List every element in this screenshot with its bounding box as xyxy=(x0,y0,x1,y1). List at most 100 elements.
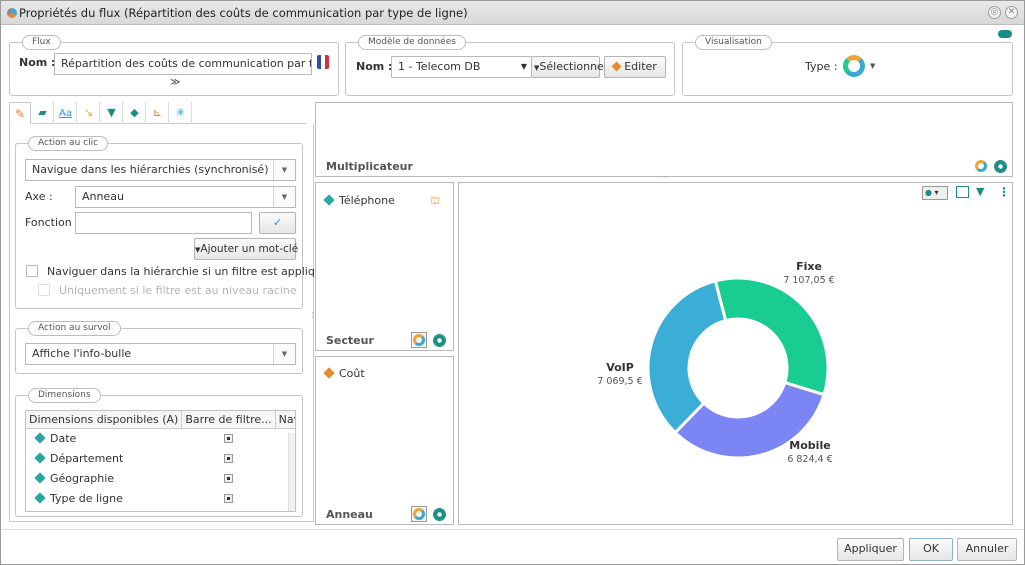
splitter-handle[interactable]: ⋯ xyxy=(661,173,668,181)
tab-tag-icon[interactable]: ◆ xyxy=(124,102,146,124)
slice-value-label: 7 069,5 € xyxy=(597,376,642,387)
flux-name-label: Nom : xyxy=(19,56,56,69)
tab-axis-icon[interactable]: ⊾ xyxy=(147,102,169,124)
navigation-checkbox[interactable] xyxy=(295,474,296,483)
function-input[interactable] xyxy=(75,212,252,234)
splitter-handle[interactable]: ⋮ xyxy=(309,311,316,319)
axis-select[interactable]: Anneau ▼ xyxy=(75,186,296,208)
app-logo-icon xyxy=(7,8,17,18)
table-row[interactable]: Géographie xyxy=(26,469,296,489)
apply-button[interactable]: Appliquer xyxy=(837,538,904,561)
filterbar-checkbox[interactable] xyxy=(223,453,233,463)
flux-section: Flux Nom : Répartition des coûts de comm… xyxy=(9,35,339,96)
donut-chart-type-icon[interactable] xyxy=(843,55,865,77)
donut-settings-icon[interactable] xyxy=(975,160,987,172)
title-bar: Propriétés du flux (Répartition des coût… xyxy=(1,1,1024,25)
properties-tabs: ✎ ▰ Aa ↘ ▼ ◆ ⊾ ✳ xyxy=(9,102,306,124)
filterbar-checkbox[interactable] xyxy=(223,434,233,443)
donut-settings-icon[interactable] xyxy=(411,332,427,348)
add-keyword-button[interactable]: ▼Ajouter un mot-clé xyxy=(194,238,298,260)
dimension-cube-icon xyxy=(34,492,46,504)
dimensions-col-available[interactable]: Dimensions disponibles (A) xyxy=(26,411,183,429)
gear-icon[interactable] xyxy=(434,335,445,346)
data-model-section: Modèle de données Nom : 1 - Telecom DB ▼… xyxy=(345,35,675,96)
slice-label: VoIP xyxy=(606,361,634,374)
language-flag-icon[interactable] xyxy=(317,55,329,69)
ring-label: Anneau xyxy=(326,508,373,521)
dimensions-legend: Dimensions xyxy=(28,388,101,403)
hover-action-select[interactable]: Affiche l'info-bulle ▼ xyxy=(25,343,296,365)
multiplier-drop-zone[interactable]: Multiplicateur xyxy=(315,102,1013,177)
expand-chevron-icon[interactable]: ≫ xyxy=(170,77,180,88)
model-selected-value: 1 - Telecom DB xyxy=(398,60,481,73)
function-label: Fonction : xyxy=(25,216,79,229)
navigation-checkbox[interactable] xyxy=(295,494,296,503)
tab-brush-icon[interactable]: ✎ xyxy=(9,102,31,124)
tab-text-icon[interactable]: Aa xyxy=(55,102,77,124)
hover-action-value: Affiche l'info-bulle xyxy=(32,347,132,360)
cube-icon xyxy=(611,61,622,72)
model-select[interactable]: 1 - Telecom DB ▼ xyxy=(391,56,531,78)
donut-slice-fixe[interactable] xyxy=(713,276,830,397)
axis-label: Axe : xyxy=(25,190,53,203)
select-model-button[interactable]: ▼Sélectionner xyxy=(531,56,608,78)
chart-preview: ● ▾ ▼ ⋮ Fixe 7 107,05 € Mobile 6 824,4 € VoI… xyxy=(458,182,1013,525)
ok-button[interactable]: OK xyxy=(909,538,953,561)
hover-action-section: Action au survol Affiche l'info-bulle ▼ xyxy=(15,321,303,374)
dimension-cube-icon xyxy=(323,194,335,206)
donut-settings-icon[interactable] xyxy=(411,506,427,522)
navigation-checkbox[interactable] xyxy=(295,454,296,463)
dimension-cube-icon xyxy=(34,452,46,464)
flux-legend: Flux xyxy=(22,35,61,50)
dimensions-scrollbar[interactable] xyxy=(288,433,295,511)
nav-filter-label: Naviguer dans la hiérarchie si un filtre… xyxy=(47,265,329,278)
navigation-checkbox[interactable] xyxy=(295,434,296,443)
root-only-checkbox[interactable] xyxy=(38,284,50,296)
model-name-label: Nom : xyxy=(356,60,393,73)
multiplier-label: Multiplicateur xyxy=(326,160,413,173)
root-only-label: Uniquement si le filtre est au niveau ra… xyxy=(59,284,297,297)
chevron-down-icon[interactable]: ▼ xyxy=(870,62,875,70)
table-row[interactable]: Date xyxy=(26,429,296,449)
visualisation-legend: Visualisation xyxy=(695,35,772,50)
visualisation-section: Visualisation Type : ▼ xyxy=(682,35,1013,96)
filterbar-checkbox[interactable] xyxy=(223,473,233,483)
tab-tools-icon[interactable]: ✳ xyxy=(170,102,192,124)
dimension-name: Département xyxy=(50,452,124,465)
sector-drop-zone[interactable]: Téléphone ⛫ Secteur xyxy=(315,182,454,351)
edit-model-label: Editer xyxy=(624,60,657,73)
axis-value: Anneau xyxy=(82,190,124,203)
hierarchy-icon[interactable]: ⛫ xyxy=(430,194,440,209)
dimensions-col-filterbar[interactable]: Barre de filtre... xyxy=(181,411,276,429)
chevron-down-icon: ▼ xyxy=(273,187,295,207)
slice-label: Mobile xyxy=(789,439,830,452)
toggle-switch[interactable] xyxy=(998,30,1012,38)
hover-action-legend: Action au survol xyxy=(28,321,121,336)
click-action-select[interactable]: Navigue dans les hiérarchies (synchronis… xyxy=(25,159,296,181)
gear-icon[interactable] xyxy=(434,509,445,520)
cancel-button[interactable]: Annuler xyxy=(957,538,1017,561)
ring-measure-name: Coût xyxy=(339,367,365,380)
flux-properties-dialog: Propriétés du flux (Répartition des coût… xyxy=(0,0,1025,565)
tab-comment-icon[interactable]: ▰ xyxy=(32,102,54,124)
donut-chart: Fixe 7 107,05 € Mobile 6 824,4 € VoIP 7 069,5… xyxy=(597,260,834,465)
close-icon[interactable]: ✕ xyxy=(1005,6,1018,19)
edit-model-button[interactable]: Editer xyxy=(604,56,666,78)
restore-icon[interactable]: ◎ xyxy=(988,6,1001,19)
ring-drop-zone[interactable]: Coût Anneau xyxy=(315,356,454,525)
confirm-function-button[interactable]: ✓ xyxy=(259,212,296,234)
tab-pointer-icon[interactable]: ↘ xyxy=(78,102,100,124)
sector-dimension-chip[interactable]: Téléphone xyxy=(323,194,395,207)
dimensions-col-navigation[interactable]: Naviga... xyxy=(275,411,295,429)
sector-dimension-name: Téléphone xyxy=(339,194,395,207)
flux-name-input[interactable]: Répartition des coûts de communication p… xyxy=(54,53,312,75)
filterbar-checkbox[interactable] xyxy=(223,493,233,503)
checkmark-icon: ✓ xyxy=(272,216,283,229)
gear-icon[interactable] xyxy=(995,161,1006,172)
table-row[interactable]: Département xyxy=(26,449,296,469)
tab-filter-icon[interactable]: ▼ xyxy=(101,102,123,124)
table-row[interactable]: Type de ligne xyxy=(26,489,296,509)
ring-measure-chip[interactable]: Coût xyxy=(323,367,365,380)
nav-filter-checkbox[interactable] xyxy=(26,265,38,277)
footer-divider xyxy=(1,529,1024,530)
